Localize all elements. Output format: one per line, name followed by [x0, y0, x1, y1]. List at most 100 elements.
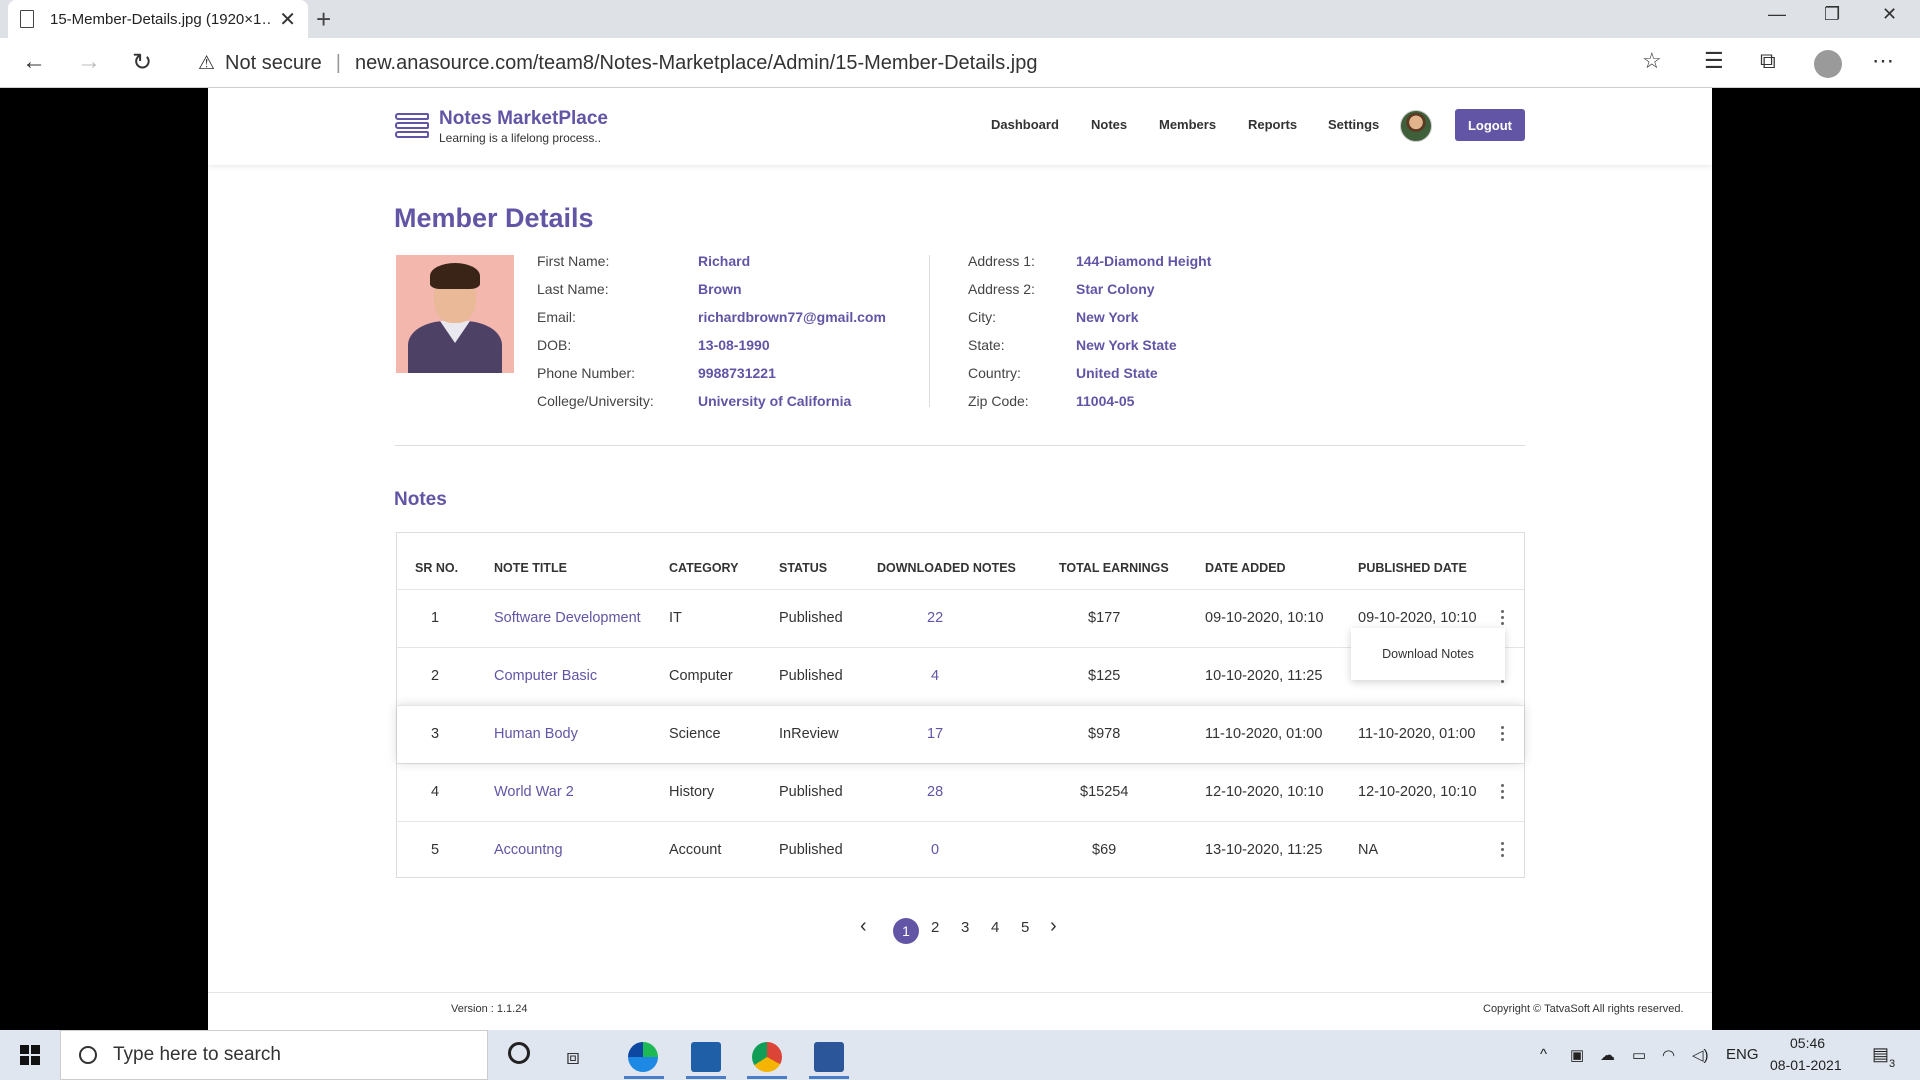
row-menu-icon[interactable] [1501, 842, 1505, 858]
profile-icon[interactable] [1814, 50, 1842, 78]
battery-icon[interactable]: ▭ [1632, 1046, 1646, 1064]
cell-date-added: 13-10-2020, 11:25 [1205, 842, 1323, 858]
college-value: University of California [698, 393, 852, 409]
prev-page-icon[interactable]: ‹ [860, 915, 867, 938]
section-divider [395, 445, 1525, 446]
cell-status: Published [779, 784, 843, 800]
wifi-icon[interactable]: ◠ [1662, 1046, 1675, 1064]
address-bar-area: ← → ↻ ⚠ Not secure | new.anasource.com/t… [0, 38, 1920, 88]
taskbar-search-box[interactable]: Type here to search [60, 1030, 488, 1080]
cell-status: InReview [779, 726, 839, 742]
windows-start-icon[interactable] [20, 1045, 40, 1065]
page-3-button[interactable]: 3 [961, 919, 969, 936]
onedrive-icon[interactable]: ☁ [1600, 1046, 1615, 1064]
taskbar-search-placeholder: Type here to search [113, 1044, 281, 1065]
first-name-value: Richard [698, 253, 751, 269]
phone-label: Phone Number: [537, 365, 636, 381]
address2-value: Star Colony [1076, 281, 1155, 297]
cell-downloads-link[interactable]: 0 [931, 842, 939, 858]
address2-label: Address 2: [968, 281, 1035, 297]
nav-reports[interactable]: Reports [1248, 117, 1297, 132]
cell-downloads-link[interactable]: 28 [927, 784, 943, 800]
col-header-status: STATUS [779, 561, 828, 575]
dob-value: 13-08-1990 [698, 337, 770, 353]
cell-note-title-link[interactable]: World War 2 [494, 784, 574, 800]
page-4-button[interactable]: 4 [991, 919, 999, 936]
task-view-icon[interactable]: ⧈ [566, 1044, 596, 1074]
member-photo [396, 255, 514, 373]
warning-icon: ⚠ [198, 52, 216, 74]
page-5-button[interactable]: 5 [1021, 919, 1029, 936]
next-page-icon[interactable]: › [1050, 915, 1057, 938]
cell-status: Published [779, 842, 843, 858]
windows-taskbar: Type here to search ⧈ ^ ▣ ☁ ▭ ◠ ◁) ENG 0… [0, 1030, 1920, 1080]
table-row: 3 Human Body Science InReview 17 $978 11… [397, 705, 1524, 763]
chrome-icon[interactable] [752, 1042, 782, 1072]
email-value: richardbrown77@gmail.com [698, 309, 886, 325]
logo[interactable]: Notes MarketPlace Learning is a lifelong… [395, 108, 608, 145]
row-menu-icon[interactable] [1501, 726, 1505, 742]
cell-downloads-link[interactable]: 22 [927, 610, 943, 626]
collections-icon[interactable]: ⧉ [1760, 48, 1776, 74]
page-title: Member Details [394, 203, 594, 233]
word-icon[interactable] [814, 1042, 844, 1072]
info-divider [929, 255, 930, 407]
cell-earnings: $69 [1092, 842, 1117, 858]
page-1-button[interactable]: 1 [893, 918, 919, 944]
cell-note-title-link[interactable]: Human Body [494, 726, 578, 742]
cell-note-title-link[interactable]: Software Development [494, 610, 641, 626]
editor-app-icon[interactable] [691, 1042, 721, 1072]
favorite-star-icon[interactable]: ☆ [1642, 48, 1662, 74]
col-header-downloads: DOWNLOADED NOTES [877, 561, 1016, 575]
logout-button[interactable]: Logout [1455, 109, 1525, 141]
cell-downloads-link[interactable]: 4 [931, 668, 939, 684]
minimize-icon[interactable]: — [1768, 4, 1786, 25]
cell-category: Science [669, 726, 721, 742]
url-field[interactable]: ⚠ Not secure | new.anasource.com/team8/N… [180, 44, 1680, 82]
back-icon[interactable]: ← [22, 48, 46, 76]
show-hidden-icons[interactable]: ^ [1540, 1046, 1547, 1063]
cell-earnings: $15254 [1080, 784, 1129, 800]
cell-note-title-link[interactable]: Computer Basic [494, 668, 597, 684]
last-name-label: Last Name: [537, 281, 609, 297]
notification-icon[interactable]: ▤ [1872, 1044, 1889, 1065]
meet-now-icon[interactable]: ▣ [1570, 1046, 1584, 1064]
more-options-icon[interactable]: ⋯ [1872, 48, 1894, 74]
cell-sr: 4 [431, 784, 440, 800]
cortana-icon[interactable] [508, 1042, 530, 1064]
cell-category: History [669, 784, 715, 800]
clock-time[interactable]: 05:46 [1790, 1035, 1825, 1051]
favorites-list-icon[interactable]: ☰ [1704, 48, 1724, 74]
refresh-icon[interactable]: ↻ [132, 48, 152, 77]
cell-downloads-link[interactable]: 17 [927, 726, 943, 742]
edge-browser-icon[interactable] [628, 1042, 658, 1072]
page-2-button[interactable]: 2 [931, 919, 939, 936]
nav-members[interactable]: Members [1159, 117, 1216, 132]
phone-value: 9988731221 [698, 365, 776, 381]
row-menu-icon[interactable] [1501, 784, 1505, 800]
url-separator: | [335, 51, 341, 74]
download-notes-menu-item[interactable]: Download Notes [1351, 628, 1505, 680]
window-close-icon[interactable]: ✕ [1882, 4, 1897, 25]
forward-icon[interactable]: → [77, 48, 101, 76]
cell-date-added: 09-10-2020, 10:10 [1205, 610, 1324, 626]
volume-icon[interactable]: ◁) [1692, 1046, 1709, 1064]
restore-icon[interactable]: ❐ [1824, 4, 1840, 25]
cell-category: IT [669, 610, 682, 626]
new-tab-icon[interactable]: + [316, 4, 331, 35]
country-value: United State [1076, 365, 1158, 381]
cell-earnings: $177 [1088, 610, 1121, 626]
cell-sr: 5 [431, 842, 440, 858]
row-menu-icon[interactable] [1501, 610, 1505, 626]
cell-note-title-link[interactable]: Accountng [494, 842, 563, 858]
nav-dashboard[interactable]: Dashboard [991, 117, 1059, 132]
nav-settings[interactable]: Settings [1328, 117, 1379, 132]
city-value: New York [1076, 309, 1139, 325]
browser-tab[interactable]: 15-Member-Details.jpg (1920×1… ✕ [8, 0, 308, 38]
clock-date[interactable]: 08-01-2021 [1770, 1057, 1842, 1073]
language-indicator[interactable]: ENG [1726, 1046, 1759, 1063]
nav-notes[interactable]: Notes [1091, 117, 1127, 132]
user-avatar[interactable] [1400, 110, 1432, 142]
close-tab-icon[interactable]: ✕ [279, 7, 296, 32]
table-row: 4 World War 2 History Published 28 $1525… [397, 763, 1524, 821]
